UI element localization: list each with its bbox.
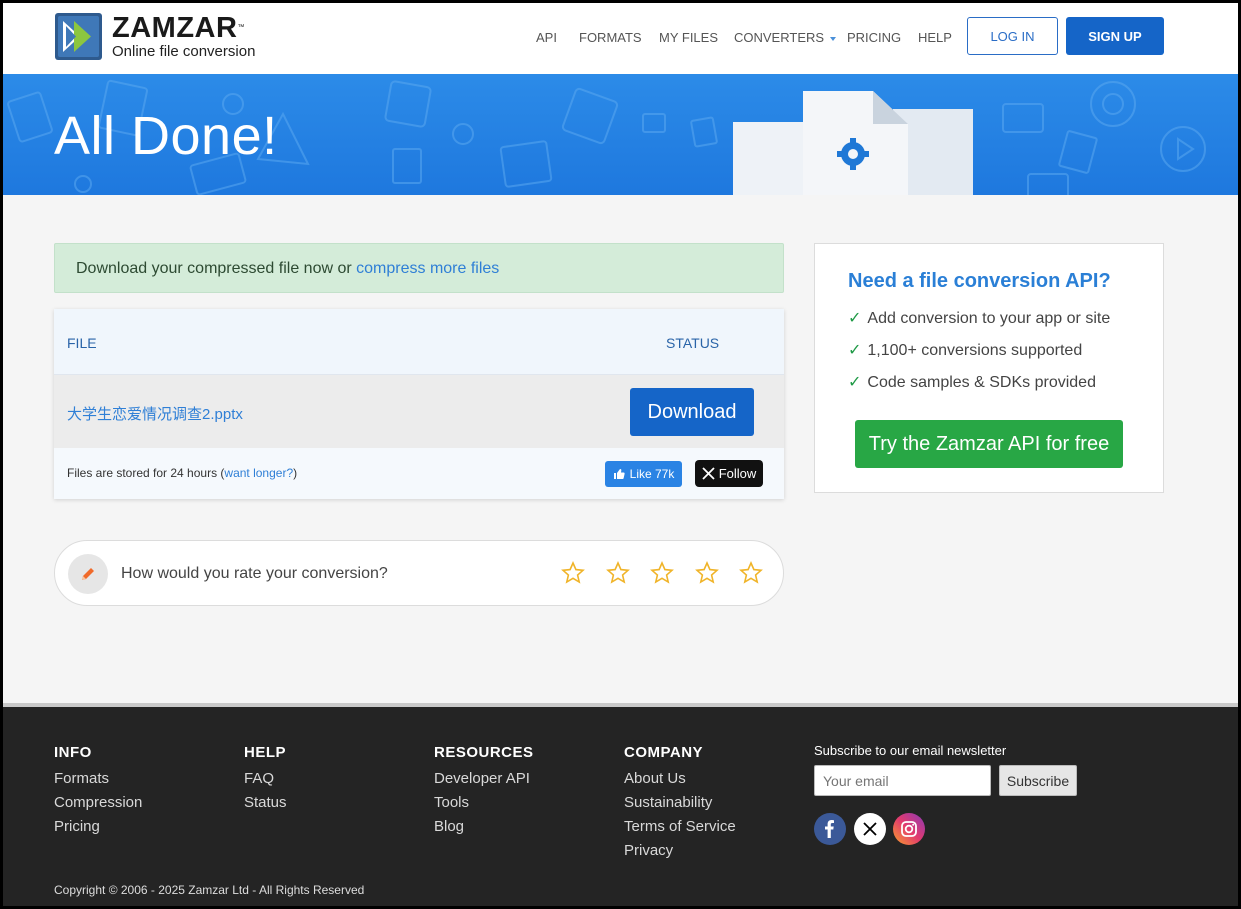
footer-link[interactable]: Blog <box>434 815 534 839</box>
api-card-title: Need a file conversion API? <box>848 270 1111 292</box>
footer-heading: RESOURCES <box>434 744 534 761</box>
caret-down-icon <box>830 36 837 41</box>
api-feature-item: ✓ 1,100+ conversions supported <box>848 340 1082 360</box>
instagram-icon[interactable] <box>893 813 925 845</box>
storage-note-text: Files are stored for 24 hours ( <box>67 466 225 480</box>
file-table-footer: Files are stored for 24 hours (want long… <box>54 448 784 499</box>
star-icon[interactable] <box>606 561 630 585</box>
x-logo-icon <box>702 467 715 480</box>
login-button[interactable]: LOG IN <box>967 17 1058 55</box>
thumbs-up-icon <box>613 469 625 479</box>
rating-widget: How would you rate your conversion? <box>54 540 784 606</box>
signup-button[interactable]: SIGN UP <box>1066 17 1164 55</box>
rating-question: How would you rate your conversion? <box>121 565 388 582</box>
page-title: All Done! <box>54 106 278 166</box>
footer-link[interactable]: Compression <box>54 791 142 815</box>
footer-link[interactable]: Privacy <box>624 839 736 863</box>
footer-link[interactable]: Terms of Service <box>624 815 736 839</box>
follow-label: Follow <box>718 466 757 481</box>
footer-link[interactable]: Sustainability <box>624 791 736 815</box>
footer-heading: HELP <box>244 744 287 761</box>
star-icon[interactable] <box>650 561 674 585</box>
nav-api[interactable]: API <box>536 30 557 45</box>
page-frame: ZAMZAR™ Online file conversion API FORMA… <box>0 0 1241 909</box>
success-notice: Download your compressed file now or com… <box>54 243 784 293</box>
want-longer-link[interactable]: want longer? <box>224 466 293 480</box>
star-icon[interactable] <box>695 561 719 585</box>
footer-heading: INFO <box>54 744 92 761</box>
api-feature-text: 1,100+ conversions supported <box>867 342 1083 359</box>
footer-col-company: COMPANY About Us Sustainability Terms of… <box>624 744 736 863</box>
site-footer: INFO Formats Compression Pricing HELP FA… <box>3 703 1238 906</box>
storage-note: Files are stored for 24 hours (want long… <box>67 466 297 480</box>
copyright-text: Copyright © 2006 - 2025 Zamzar Ltd - All… <box>54 883 365 897</box>
like-label: Like 77k <box>629 467 675 481</box>
nav-my-files[interactable]: MY FILES <box>659 30 718 45</box>
subscribe-button[interactable]: Subscribe <box>999 765 1077 796</box>
footer-link[interactable]: FAQ <box>244 767 287 791</box>
nav-converters-label: CONVERTERS <box>734 30 825 45</box>
footer-link[interactable]: About Us <box>624 767 736 791</box>
column-file: FILE <box>67 335 97 351</box>
api-promo-card: Need a file conversion API? ✓ Add convers… <box>814 243 1164 493</box>
download-button[interactable]: Download <box>630 388 754 436</box>
column-status: STATUS <box>666 335 720 351</box>
newsletter-label: Subscribe to our email newsletter <box>814 743 1007 758</box>
check-icon: ✓ <box>848 374 862 391</box>
pencil-icon <box>68 554 108 594</box>
footer-link[interactable]: Status <box>244 791 287 815</box>
footer-col-info: INFO Formats Compression Pricing <box>54 744 142 839</box>
facebook-like-button[interactable]: Like 77k <box>605 461 682 487</box>
footer-link[interactable]: Formats <box>54 767 142 791</box>
api-feature-item: ✓ Code samples & SDKs provided <box>848 372 1096 392</box>
facebook-icon[interactable] <box>814 813 846 845</box>
storage-note-end: ) <box>293 466 298 480</box>
file-name-link[interactable]: 大学生恋爱情况调查2.pptx <box>67 403 243 424</box>
site-header: ZAMZAR™ Online file conversion API FORMA… <box>3 3 1238 74</box>
x-social-icon[interactable] <box>854 813 886 845</box>
nav-help[interactable]: HELP <box>918 30 952 45</box>
nav-converters[interactable]: CONVERTERS <box>734 30 837 45</box>
compress-more-link[interactable]: compress more files <box>356 260 499 277</box>
hero-banner: All Done! <box>3 74 1238 195</box>
email-input[interactable] <box>814 765 991 796</box>
footer-link[interactable]: Developer API <box>434 767 534 791</box>
star-icon[interactable] <box>561 561 585 585</box>
footer-col-help: HELP FAQ Status <box>244 744 287 815</box>
check-icon: ✓ <box>848 310 862 327</box>
x-follow-button[interactable]: Follow <box>695 460 763 487</box>
nav-pricing[interactable]: PRICING <box>847 30 901 45</box>
table-row: 大学生恋爱情况调查2.pptx Download <box>54 375 784 448</box>
api-feature-text: Add conversion to your app or site <box>867 310 1111 327</box>
nav-formats[interactable]: FORMATS <box>579 30 642 45</box>
footer-link[interactable]: Tools <box>434 791 534 815</box>
try-api-button[interactable]: Try the Zamzar API for free <box>855 420 1123 468</box>
star-icon[interactable] <box>739 561 763 585</box>
file-table: FILE STATUS 大学生恋爱情况调查2.pptx Download Fil… <box>54 309 784 499</box>
api-feature-text: Code samples & SDKs provided <box>867 374 1096 391</box>
notice-text: Download your compressed file now or <box>76 260 357 277</box>
file-table-header: FILE STATUS <box>54 309 784 375</box>
api-feature-item: ✓ Add conversion to your app or site <box>848 308 1110 328</box>
footer-link[interactable]: Pricing <box>54 815 142 839</box>
footer-heading: COMPANY <box>624 744 704 761</box>
check-icon: ✓ <box>848 342 862 359</box>
footer-col-resources: RESOURCES Developer API Tools Blog <box>434 744 534 839</box>
